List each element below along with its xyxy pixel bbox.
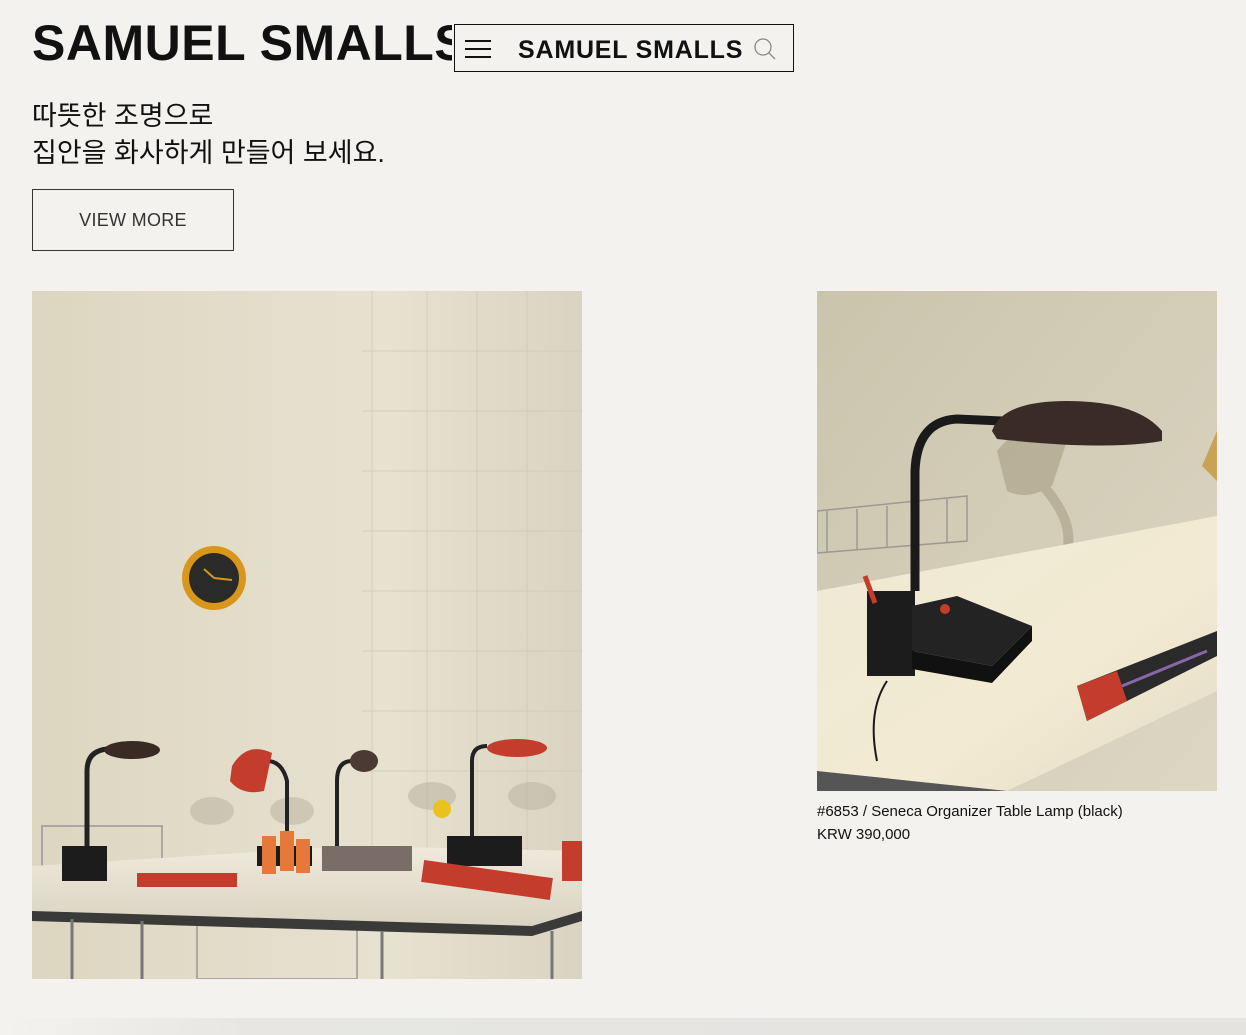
brand-logo[interactable]: SAMUEL SMALLS <box>518 35 743 65</box>
page: SAMUEL SMALLS LI SAMUEL SMALLS 따뜻한 조명으로 … <box>0 0 1246 1035</box>
bottom-scroll-shade <box>0 1018 1246 1035</box>
floating-header: SAMUEL SMALLS <box>454 24 794 72</box>
product-price: KRW 390,000 <box>817 826 911 843</box>
hero-tagline: 따뜻한 조명으로 집안을 화사하게 만들어 보세요. <box>32 98 385 172</box>
view-more-button[interactable]: VIEW MORE <box>32 189 234 251</box>
hamburger-menu-icon[interactable] <box>465 37 491 61</box>
product-name[interactable]: #6853 / Seneca Organizer Table Lamp (bla… <box>817 801 1123 823</box>
seneca-organizer-lamp-photo[interactable] <box>817 291 1217 791</box>
tagline-line-1: 따뜻한 조명으로 <box>32 101 214 131</box>
hero-title: SAMUEL SMALLS LI <box>32 15 452 71</box>
search-icon[interactable] <box>753 37 777 61</box>
desk-lamps-collection-photo[interactable] <box>32 291 582 979</box>
tagline-line-2: 집안을 화사하게 만들어 보세요. <box>32 138 385 168</box>
